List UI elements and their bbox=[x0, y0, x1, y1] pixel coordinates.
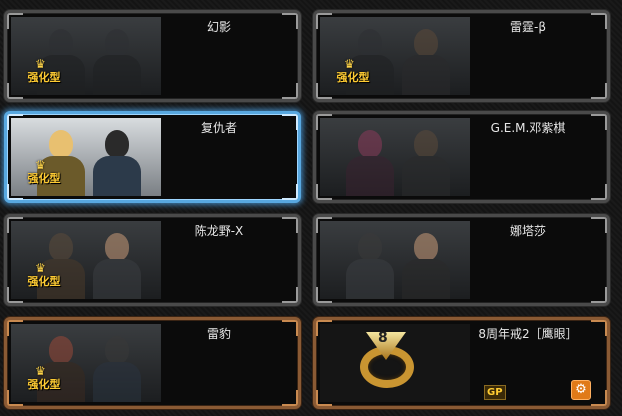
item-card-anniversary-ring[interactable]: 8 8周年戒2［鹰眼］ GP ⚙ bbox=[313, 317, 610, 409]
character-figure bbox=[91, 336, 143, 402]
character-portrait: ♛ 强化型 bbox=[11, 17, 161, 95]
card-corner bbox=[591, 13, 607, 29]
character-figure bbox=[91, 29, 143, 95]
character-name: 娜塔莎 bbox=[509, 224, 546, 238]
card-corner bbox=[282, 114, 298, 130]
card-corner bbox=[282, 320, 298, 336]
enhanced-badge: 强化型 bbox=[27, 71, 61, 84]
character-name: G.E.M.邓紫棋 bbox=[490, 121, 566, 135]
character-card-thunder-leopard[interactable]: ♛ 强化型 雷豹 bbox=[4, 317, 301, 409]
character-card-phantom[interactable]: ♛ 强化型 幻影 bbox=[4, 10, 301, 102]
enhanced-badge: 强化型 bbox=[27, 378, 61, 391]
card-corner bbox=[282, 184, 298, 200]
gp-badge: GP bbox=[484, 385, 506, 400]
character-card-gem[interactable]: G.E.M.邓紫棋 bbox=[313, 111, 610, 203]
character-card-avenger[interactable]: ♛ 强化型 复仇者 bbox=[4, 111, 301, 203]
character-portrait: ♛ 强化型 bbox=[11, 221, 161, 299]
character-figure bbox=[344, 233, 396, 299]
enhanced-badge: 强化型 bbox=[27, 172, 61, 185]
ring-number: 8 bbox=[378, 330, 388, 346]
character-name: 雷豹 bbox=[206, 327, 231, 341]
card-corner bbox=[591, 287, 607, 303]
character-figure bbox=[91, 233, 143, 299]
card-corner bbox=[282, 217, 298, 233]
item-name: 8周年戒2［鹰眼］ bbox=[478, 327, 578, 341]
character-figure bbox=[91, 130, 143, 196]
card-corner bbox=[282, 13, 298, 29]
character-name: 雷霆-β bbox=[510, 20, 546, 34]
card-corner bbox=[591, 217, 607, 233]
gear-icon[interactable]: ⚙ bbox=[571, 380, 591, 400]
character-figure bbox=[400, 233, 452, 299]
card-corner bbox=[591, 390, 607, 406]
card-corner bbox=[591, 184, 607, 200]
character-portrait bbox=[320, 118, 470, 196]
character-figure bbox=[400, 130, 452, 196]
character-card-natasha[interactable]: 娜塔莎 bbox=[313, 214, 610, 306]
character-figure bbox=[400, 29, 452, 95]
character-name: 复仇者 bbox=[200, 121, 237, 135]
character-portrait: ♛ 强化型 bbox=[320, 17, 470, 95]
character-portrait bbox=[320, 221, 470, 299]
character-portrait: ♛ 强化型 bbox=[11, 324, 161, 402]
character-figure bbox=[344, 130, 396, 196]
character-card-thunder-beta[interactable]: ♛ 强化型 雷霆-β bbox=[313, 10, 610, 102]
card-corner bbox=[591, 320, 607, 336]
character-portrait: ♛ 强化型 bbox=[11, 118, 161, 196]
enhanced-badge: 强化型 bbox=[27, 275, 61, 288]
enhanced-badge: 强化型 bbox=[336, 71, 370, 84]
character-name: 陈龙野-X bbox=[194, 224, 244, 238]
card-corner bbox=[282, 287, 298, 303]
character-name: 幻影 bbox=[206, 20, 231, 34]
character-card-chen-longye-x[interactable]: ♛ 强化型 陈龙野-X bbox=[4, 214, 301, 306]
card-corner bbox=[591, 114, 607, 130]
card-corner bbox=[282, 83, 298, 99]
ring-image: 8 bbox=[320, 324, 470, 402]
card-corner bbox=[282, 390, 298, 406]
card-corner bbox=[591, 83, 607, 99]
